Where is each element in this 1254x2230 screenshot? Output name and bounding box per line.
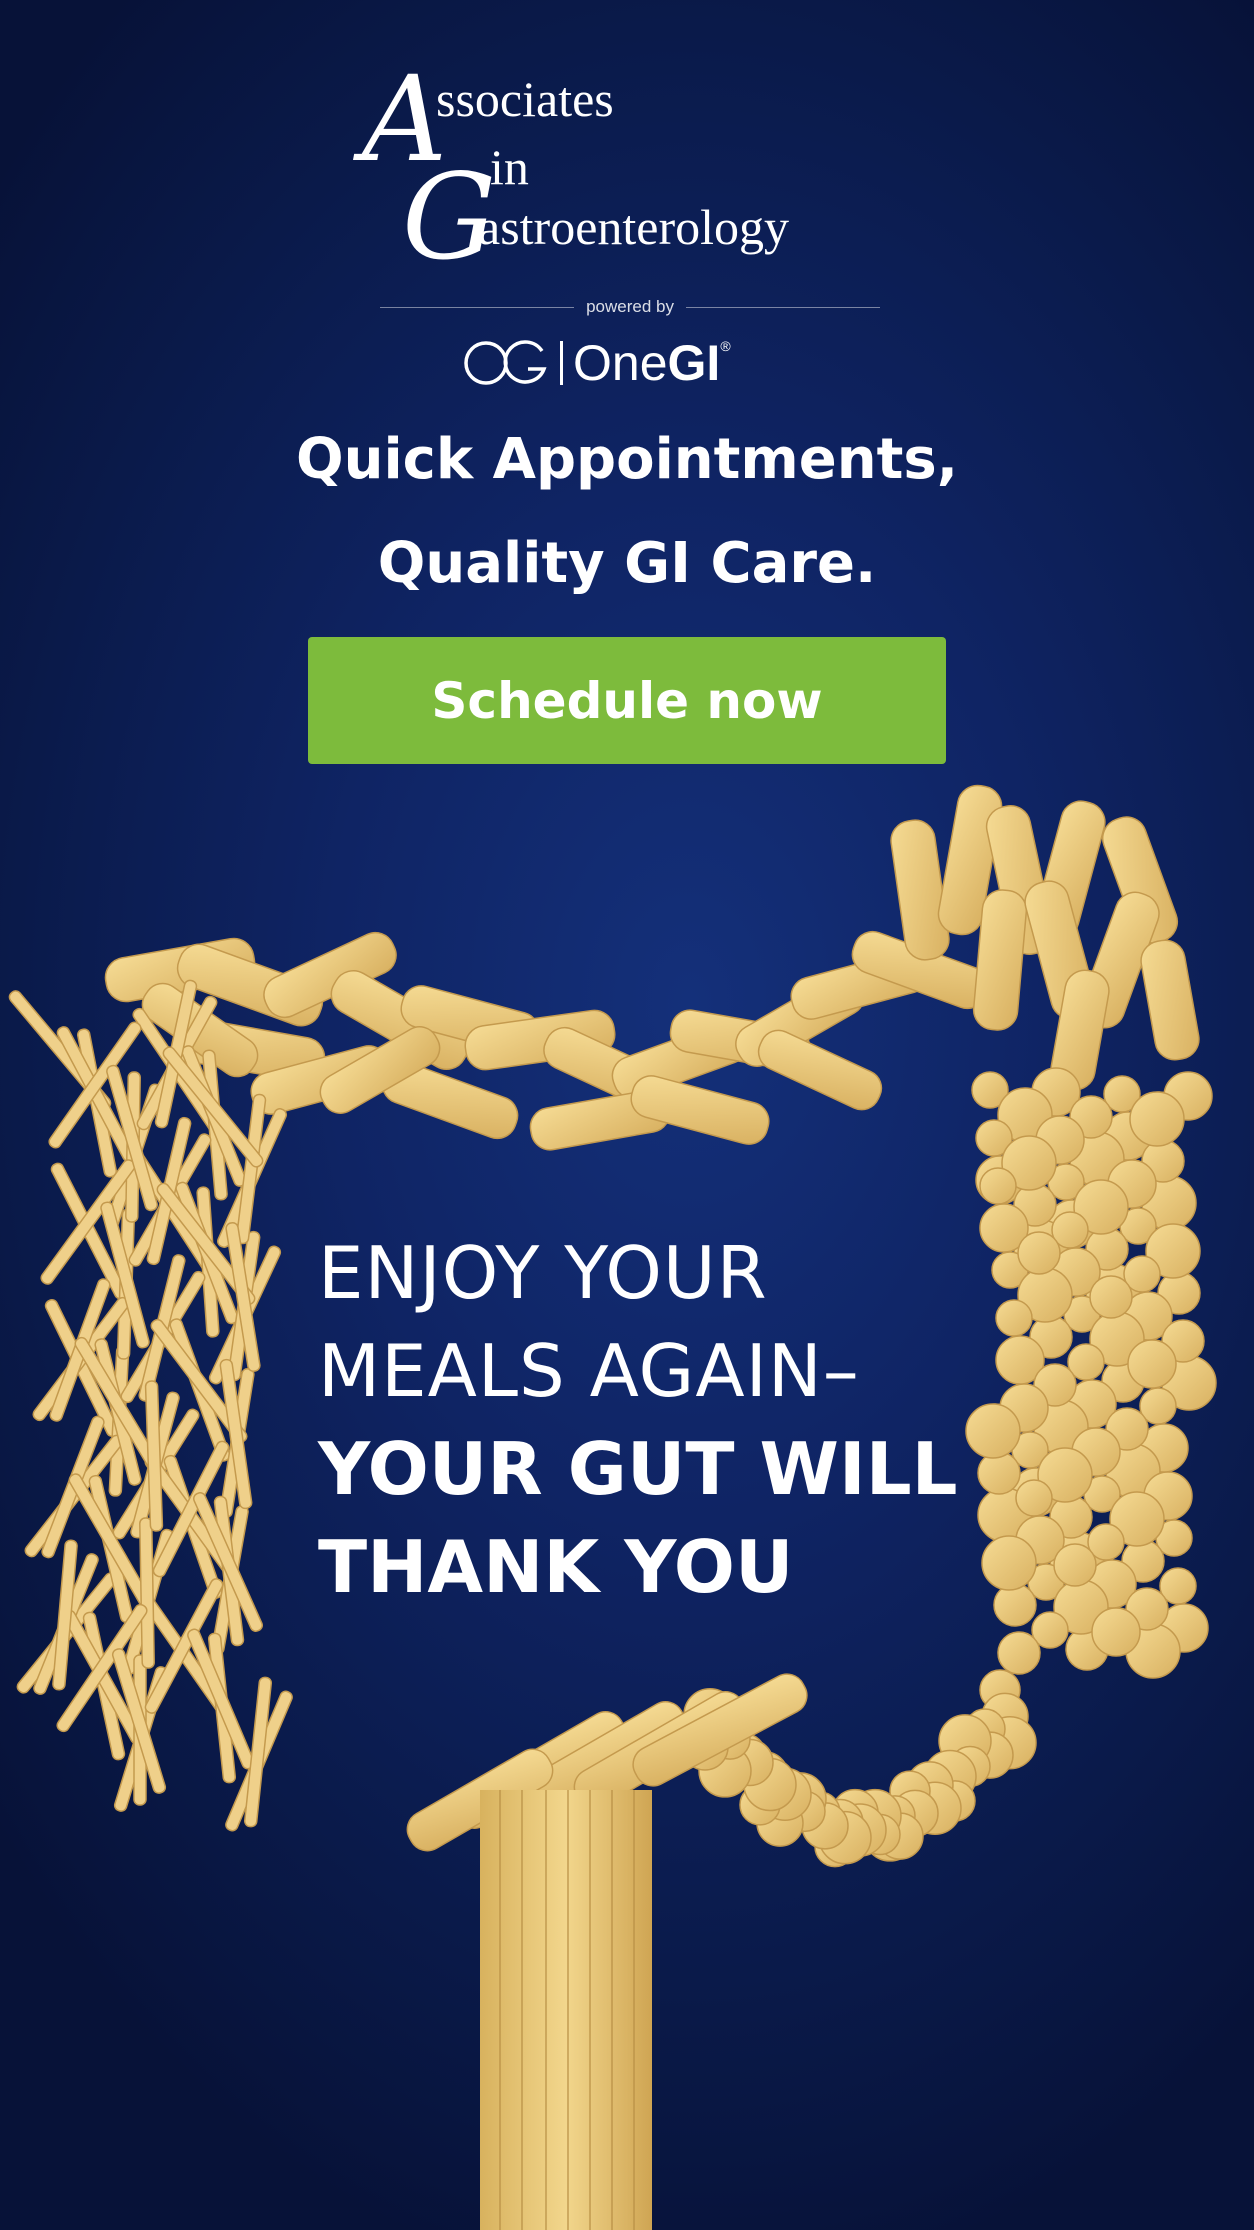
powered-by-label: powered by — [586, 297, 674, 316]
headline-line-2: Quality GI Care. — [377, 531, 877, 596]
headline: Quick Appointments, Quality GI Care. — [0, 408, 1254, 616]
penne-piece — [757, 1029, 883, 1111]
tagline-line-4: THANK YOU — [318, 1525, 794, 1609]
logo-word-gastroenterology: astroenterology — [478, 199, 790, 255]
divider — [380, 306, 575, 308]
ditalini-piece — [1089, 1275, 1133, 1319]
ditalini-piece — [1053, 1543, 1097, 1587]
penne-piece — [630, 1075, 770, 1145]
logo-word-in: in — [490, 139, 529, 195]
tagline-line-3: YOUR GUT WILL — [318, 1427, 958, 1511]
ad-banner: A G ssociates in astroenterology powered… — [0, 0, 1254, 2230]
ditalini-piece — [1091, 1607, 1141, 1657]
pasta-stick — [139, 1517, 155, 1669]
divider — [685, 306, 881, 308]
schedule-now-button[interactable]: Schedule now — [308, 637, 946, 764]
penne-piece — [1140, 939, 1200, 1061]
onegi-wordmark-one: One — [573, 335, 668, 391]
ditalini-piece — [1127, 1339, 1177, 1389]
tagline: ENJOY YOUR MEALS AGAIN– YOUR GUT WILL TH… — [318, 1224, 1038, 1616]
og-monogram-icon — [464, 340, 547, 385]
onegi-wordmark-gi: GI — [667, 335, 721, 391]
registered-mark: ® — [720, 338, 731, 354]
powered-by-row: powered by — [380, 296, 881, 318]
ditalini-piece — [997, 1631, 1041, 1675]
logo-word-associates: ssociates — [436, 71, 614, 127]
tagline-line-2: MEALS AGAIN– — [318, 1329, 860, 1413]
ditalini-piece — [979, 1167, 1017, 1205]
tagline-line-1: ENJOY YOUR — [318, 1231, 768, 1315]
spaghetti-bundle — [480, 1790, 652, 2230]
headline-line-1: Quick Appointments, — [296, 427, 958, 492]
associates-in-gastroenterology-logo[interactable]: A G ssociates in astroenterology powered… — [350, 52, 910, 391]
logo-separator — [560, 341, 563, 385]
onegi-logo: One GI ® — [458, 334, 731, 392]
ditalini-piece — [1129, 1091, 1185, 1147]
